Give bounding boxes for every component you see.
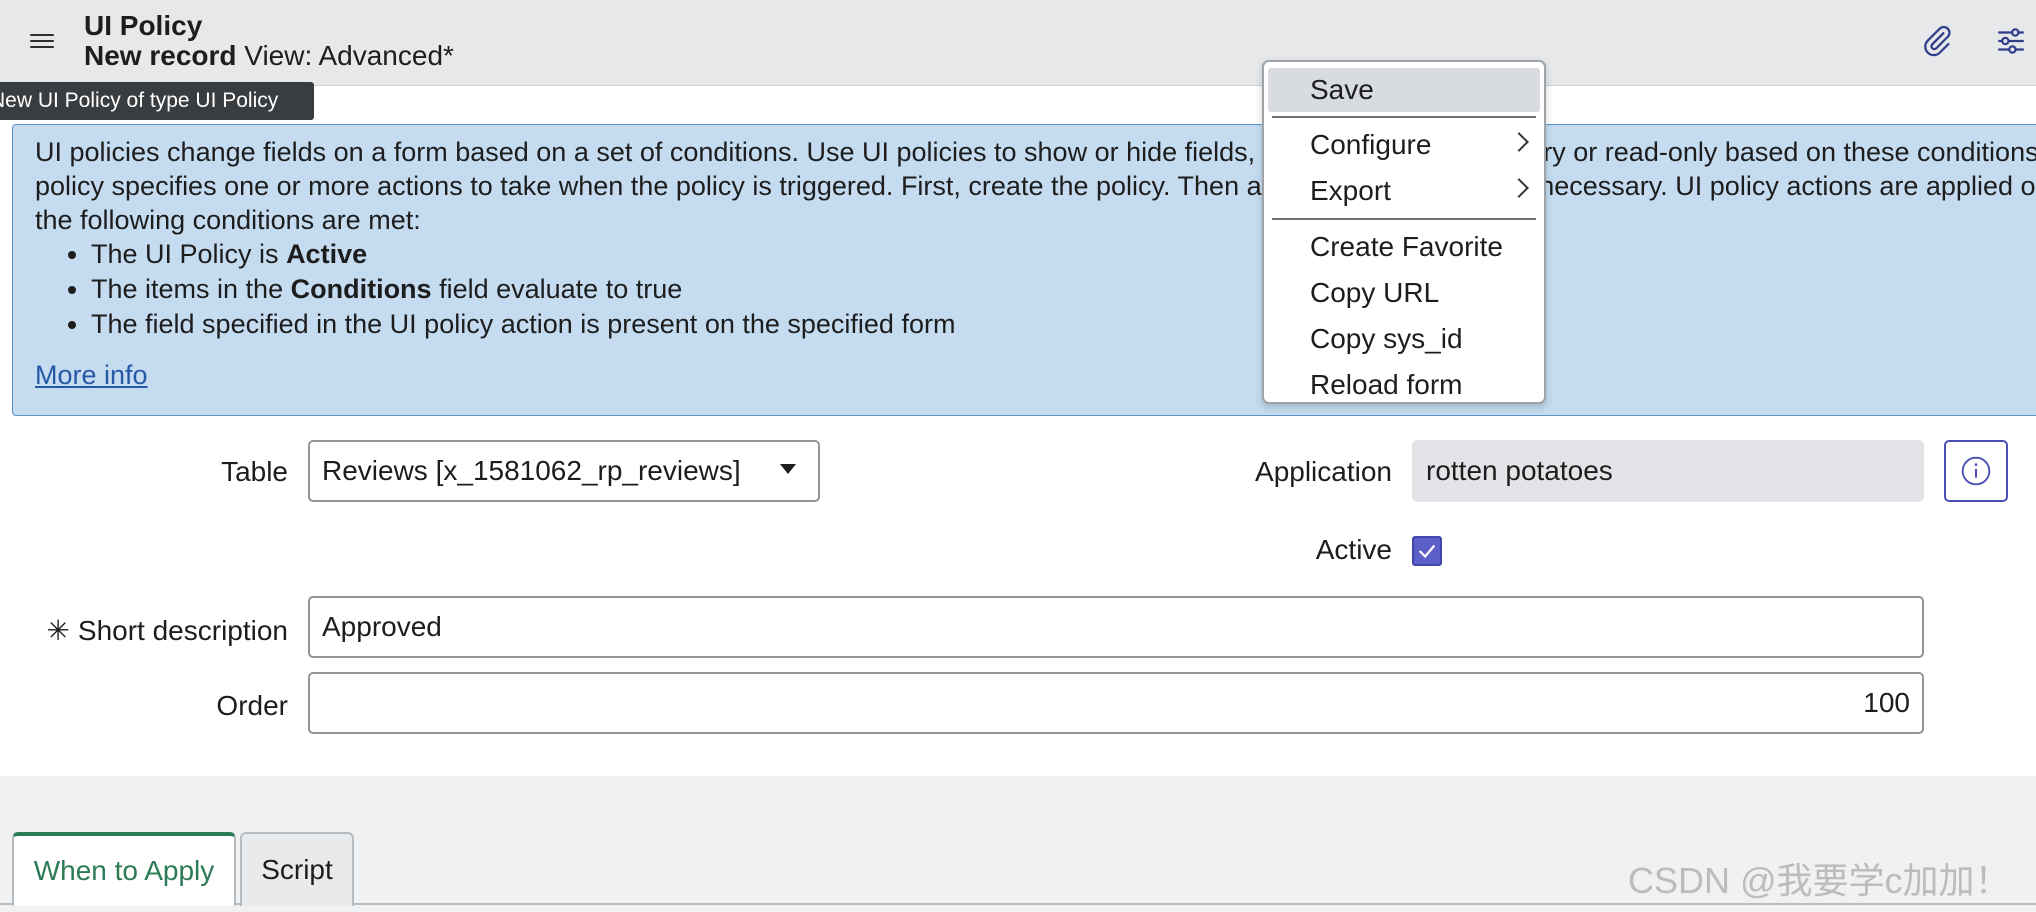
- info-text-line: the following conditions are met:: [35, 205, 421, 235]
- checkmark-icon: [1418, 544, 1436, 559]
- application-value: rotten potatoes: [1426, 455, 1613, 486]
- menu-item-save[interactable]: Save: [1268, 68, 1540, 112]
- application-info-button[interactable]: [1944, 440, 2008, 502]
- chevron-right-icon: [1509, 178, 1529, 198]
- table-select[interactable]: Reviews [x_1581062_rp_reviews]: [308, 440, 820, 502]
- record-label: New record: [84, 40, 237, 71]
- menu-item-export[interactable]: Export: [1268, 168, 1540, 214]
- hamburger-icon[interactable]: [30, 30, 54, 52]
- watermark: CSDN @我要学c加加！: [1628, 860, 2011, 901]
- view-label[interactable]: View: Advanced*: [244, 40, 454, 71]
- active-checkbox[interactable]: [1412, 536, 1442, 566]
- form-subtitle: New record View: Advanced*: [84, 40, 454, 72]
- short-description-input[interactable]: Approved: [308, 596, 1924, 658]
- order-label: Order: [216, 690, 288, 721]
- tooltip: New UI Policy of type UI Policy: [0, 82, 314, 120]
- paperclip-icon[interactable]: [1920, 24, 1954, 58]
- menu-item-reload-form[interactable]: Reload form: [1268, 362, 1540, 408]
- application-label: Application: [1255, 456, 1392, 487]
- sliders-icon[interactable]: [1994, 24, 2028, 58]
- info-circle-icon: [1961, 456, 1991, 486]
- active-label: Active: [1315, 534, 1392, 565]
- info-message-panel: UI policies change fields on a form base…: [12, 124, 2036, 416]
- menu-item-copy-url[interactable]: Copy URL: [1268, 270, 1540, 316]
- condition-item: The field specified in the UI policy act…: [91, 307, 2036, 342]
- menu-item-configure[interactable]: Configure: [1268, 122, 1540, 168]
- form-title: UI Policy: [84, 10, 203, 41]
- application-field: rotten potatoes: [1412, 440, 1924, 502]
- menu-item-copy-sys-id[interactable]: Copy sys_id: [1268, 316, 1540, 362]
- caret-down-icon: [780, 464, 796, 474]
- more-info-link[interactable]: More info: [35, 358, 148, 392]
- required-icon: ✳: [46, 615, 70, 646]
- menu-divider: [1272, 116, 1536, 118]
- form-header: UI Policy New record View: Advanced*: [0, 0, 2036, 86]
- short-description-label: ✳ Short description: [46, 615, 288, 646]
- tab-script[interactable]: Script: [240, 832, 354, 906]
- order-input[interactable]: 100: [308, 672, 1924, 734]
- conditions-list: The UI Policy is Active The items in the…: [91, 237, 2036, 342]
- table-label: Table: [221, 456, 288, 487]
- menu-divider: [1272, 218, 1536, 220]
- context-menu: Save Configure Export Create Favorite Co…: [1262, 60, 1546, 404]
- condition-item: The UI Policy is Active: [91, 237, 2036, 272]
- info-text-line: policy specifies one or more actions to …: [35, 171, 2036, 201]
- table-select-value: Reviews [x_1581062_rp_reviews]: [322, 455, 741, 486]
- condition-item: The items in the Conditions field evalua…: [91, 272, 2036, 307]
- tab-when-to-apply[interactable]: When to Apply: [12, 832, 236, 906]
- chevron-right-icon: [1509, 132, 1529, 152]
- info-text-line: UI policies change fields on a form base…: [35, 137, 2036, 167]
- menu-item-create-favorite[interactable]: Create Favorite: [1268, 224, 1540, 270]
